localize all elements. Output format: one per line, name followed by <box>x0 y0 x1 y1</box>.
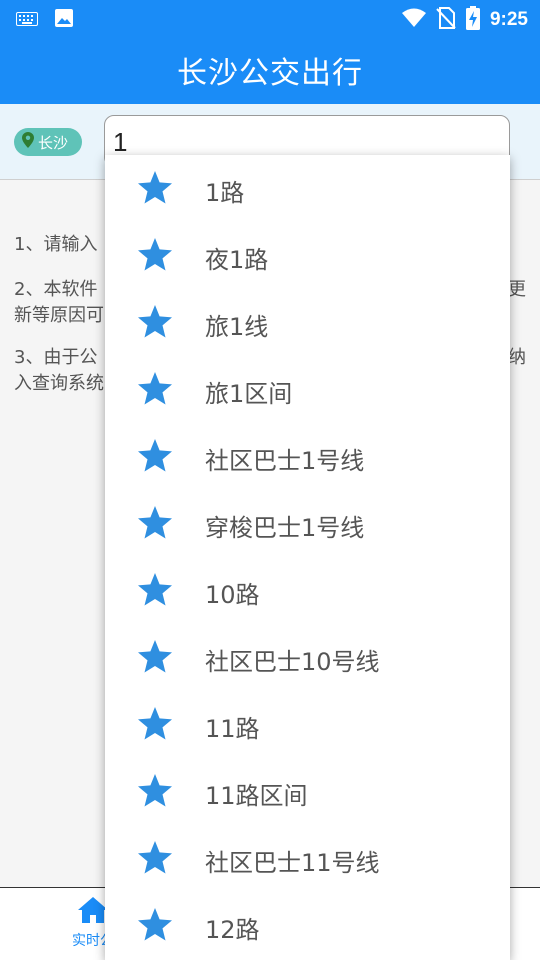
note-2-line2: 新等原因可 <box>14 305 104 326</box>
star-icon <box>137 840 173 880</box>
star-icon <box>137 572 173 612</box>
star-icon <box>137 371 173 411</box>
image-icon <box>54 8 74 32</box>
suggestion-item[interactable]: 夜1路 <box>105 222 510 289</box>
wifi-icon <box>401 8 426 32</box>
status-time: 9:25 <box>489 9 528 30</box>
suggestion-label: 12路 <box>205 916 260 944</box>
page-title: 长沙公交出行 <box>177 56 363 91</box>
note-2-line1: 2、本软件 <box>14 279 98 300</box>
app-bar: 长沙公交出行 <box>0 36 540 104</box>
suggestion-label: 穿梭巴士1号线 <box>205 514 365 542</box>
keyboard-icon <box>16 11 38 30</box>
suggestion-item[interactable]: 12路 <box>105 892 510 959</box>
note-3-line1: 3、由于公 <box>14 347 98 368</box>
suggestion-label: 旅1线 <box>205 313 269 341</box>
suggestion-item[interactable]: 11路区间 <box>105 758 510 825</box>
star-icon <box>137 706 173 746</box>
suggestion-label: 社区巴士11号线 <box>205 849 380 877</box>
suggestion-label: 旅1区间 <box>205 380 293 408</box>
note-2: 2、本软件 新等原因可 <box>14 277 104 329</box>
star-icon <box>137 907 173 947</box>
suggestion-label: 10路 <box>205 581 260 609</box>
star-icon <box>137 505 173 545</box>
star-icon <box>137 170 173 210</box>
star-icon <box>137 304 173 344</box>
note-3-tail: 纳 <box>508 347 526 368</box>
suggestion-item[interactable]: 社区巴士1号线 <box>105 423 510 490</box>
battery-charging-icon <box>465 6 480 34</box>
suggestion-label: 1路 <box>205 179 245 207</box>
suggestion-item[interactable]: 10路 <box>105 557 510 624</box>
suggestion-item[interactable]: 11路 <box>105 691 510 758</box>
suggestion-item[interactable]: 社区巴士10号线 <box>105 624 510 691</box>
star-icon <box>137 237 173 277</box>
suggestion-item[interactable]: 社区巴士11号线 <box>105 825 510 892</box>
star-icon <box>137 639 173 679</box>
suggestion-dropdown: 1路夜1路旅1线旅1区间社区巴士1号线 穿梭巴士1号线 10路社区巴士10号线 11路… <box>105 155 510 960</box>
note-3-line2: 入查询系统 <box>14 373 104 394</box>
location-pin-icon <box>22 132 34 152</box>
status-bar: 9:25 <box>0 0 540 36</box>
city-label: 长沙 <box>38 133 69 152</box>
suggestion-item[interactable]: 旅1线 <box>105 289 510 356</box>
suggestion-label: 社区巴士1号线 <box>205 447 365 475</box>
note-3: 3、由于公 入查询系统 <box>14 345 104 397</box>
suggestion-label: 11路 <box>205 715 260 743</box>
suggestion-label: 社区巴士10号线 <box>205 648 380 676</box>
city-selector[interactable]: 长沙 <box>14 128 83 156</box>
suggestion-item[interactable]: 穿梭巴士1号线 <box>105 490 510 557</box>
note-1: 1、请输入 <box>14 232 97 258</box>
star-icon <box>137 773 173 813</box>
suggestion-label: 11路区间 <box>205 782 308 810</box>
note-1-text: 1、请输入 <box>14 234 98 255</box>
suggestion-item[interactable]: 1路 <box>105 155 510 222</box>
suggestion-item[interactable]: 旅1区间 <box>105 356 510 423</box>
suggestion-label: 夜1路 <box>205 246 269 274</box>
no-sim-icon <box>436 7 456 33</box>
note-2-tail: 更 <box>508 279 526 300</box>
star-icon <box>137 438 173 478</box>
